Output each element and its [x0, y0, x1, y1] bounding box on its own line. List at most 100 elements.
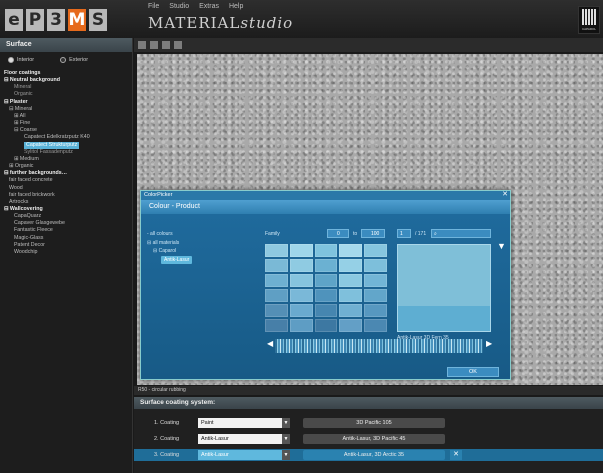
tree-item[interactable]: ⊞ All	[2, 113, 130, 120]
tree-item[interactable]: Artrocks	[2, 199, 130, 206]
colour-swatch[interactable]	[289, 289, 313, 302]
tree-all-materials[interactable]: ⊟ all materials	[147, 239, 192, 248]
colour-swatch[interactable]	[364, 274, 387, 287]
tree-item[interactable]: ⊟ Neutral background	[2, 77, 130, 84]
tree-item[interactable]: Woodchip	[2, 249, 130, 256]
coating-label: 1. Coating	[154, 420, 180, 426]
colour-swatch[interactable]	[339, 259, 363, 272]
tree-item[interactable]: Mineral	[2, 84, 130, 91]
tree-item[interactable]: Magic-Glass	[2, 235, 130, 242]
tree-item[interactable]: Patent Decor	[2, 242, 130, 249]
colour-swatch[interactable]	[364, 259, 387, 272]
colour-swatch[interactable]	[314, 289, 338, 302]
dialog-title: ColorPicker	[144, 192, 173, 198]
colour-swatch[interactable]	[364, 289, 387, 302]
tree-item[interactable]: Organic	[2, 91, 130, 98]
colour-swatch[interactable]	[289, 259, 313, 272]
tree-item[interactable]: ⊟ Plaster	[2, 99, 130, 106]
close-icon[interactable]: ✕	[502, 191, 508, 199]
menu-file[interactable]: File	[148, 3, 159, 10]
tree-item-label: ⊟ Wallcovering	[4, 205, 43, 212]
tree-item[interactable]: Capatect Strukturputz	[2, 141, 130, 149]
tree-item[interactable]: ⊟ Wallcovering	[2, 206, 130, 213]
colour-swatch[interactable]	[265, 274, 288, 287]
colour-swatch[interactable]	[265, 259, 288, 272]
ok-button[interactable]: OK	[447, 367, 499, 377]
radio-interior[interactable]: Interior	[8, 57, 34, 63]
coating-result[interactable]: Antik-Lasur, 3D Pacific 45	[303, 434, 445, 444]
tree-item[interactable]: Floor coatings	[2, 70, 130, 77]
tree-item[interactable]: fair faced concrete	[2, 177, 130, 184]
new-icon[interactable]	[138, 41, 146, 49]
colour-swatch[interactable]	[314, 319, 338, 332]
colour-swatch[interactable]	[265, 289, 288, 302]
coating-row[interactable]: 2. Coating Antik-Lasur ▼ Antik-Lasur, 3D Pa…	[134, 433, 603, 445]
colour-swatch[interactable]	[314, 274, 338, 287]
scroll-left-icon[interactable]: ◀	[267, 339, 273, 348]
colour-swatch[interactable]	[289, 274, 313, 287]
tree-item-label: ⊟ Mineral	[9, 105, 33, 112]
tree-item[interactable]: ⊟ Mineral	[2, 106, 130, 113]
coating-type-select[interactable]: Paint ▼	[198, 418, 290, 428]
coating-row[interactable]: 1. Coating Paint ▼ 3D Pacific 105	[134, 417, 603, 429]
app-title-main: MATERIAL	[148, 14, 241, 32]
tree-all-colours[interactable]: - all colours	[147, 230, 192, 239]
coating-result[interactable]: 3D Pacific 105	[303, 418, 445, 428]
colour-swatch[interactable]	[314, 304, 338, 317]
to-field[interactable]: 100	[361, 229, 385, 238]
colour-swatch[interactable]	[364, 304, 387, 317]
radio-exterior[interactable]: Exterior	[60, 57, 88, 63]
save-icon[interactable]	[162, 41, 170, 49]
tree-item[interactable]: ⊞ Fine	[2, 120, 130, 127]
tree-item[interactable]: fair faced brickwork	[2, 192, 130, 199]
filter-icon[interactable]: ▼	[497, 241, 506, 251]
page-field[interactable]: 1	[397, 229, 411, 238]
colour-swatch[interactable]	[364, 244, 387, 257]
tree-item[interactable]: ⊟ Coarse	[2, 127, 130, 134]
colour-swatch[interactable]	[339, 319, 363, 332]
colour-swatch[interactable]	[314, 244, 338, 257]
coating-type-select[interactable]: Antik-Lasur ▼	[198, 434, 290, 444]
color-picker-dialog: ColorPicker ✕ Colour - Product - all col…	[140, 190, 511, 380]
coating-row[interactable]: 3. Coating Antik-Lasur ▼ Antik-Lasur, 3D Ar…	[134, 449, 603, 461]
tree-item[interactable]: Sylitol Fassadenputz	[2, 149, 130, 156]
colour-swatch[interactable]	[265, 319, 288, 332]
colour-swatch[interactable]	[289, 319, 313, 332]
tree-item[interactable]: Wood	[2, 185, 130, 192]
menu-bar: File Studio Extras Help	[148, 3, 243, 10]
colour-swatch[interactable]	[265, 304, 288, 317]
print-icon[interactable]	[174, 41, 182, 49]
tree-item[interactable]: Capatect Edelkratzputz K40	[2, 134, 130, 141]
remove-coating-icon[interactable]: ✕	[450, 450, 462, 460]
search-input[interactable]: ⌕	[431, 229, 491, 238]
scroll-right-icon[interactable]: ▶	[486, 339, 492, 348]
coating-type-select[interactable]: Antik-Lasur ▼	[198, 450, 290, 460]
colour-swatch[interactable]	[265, 244, 288, 257]
tree-item[interactable]: Capaver Glasgewebe	[2, 220, 130, 227]
tree-item[interactable]: ⊞ Organic	[2, 163, 130, 170]
colour-swatch[interactable]	[339, 244, 363, 257]
colour-swatch[interactable]	[364, 319, 387, 332]
tree-item[interactable]: ⊞ Medium	[2, 156, 130, 163]
from-field[interactable]: 0	[327, 229, 349, 238]
tree-item-label: CapaQuarz	[14, 213, 42, 220]
tree-item[interactable]: ⊟ further backgrounds…	[2, 170, 130, 177]
coating-result[interactable]: Antik-Lasur, 3D Arctic 35	[303, 450, 445, 460]
menu-studio[interactable]: Studio	[169, 3, 189, 10]
menu-help[interactable]: Help	[229, 3, 243, 10]
colour-swatch[interactable]	[314, 259, 338, 272]
colour-swatch[interactable]	[289, 244, 313, 257]
colour-strip[interactable]	[275, 339, 483, 353]
open-icon[interactable]	[150, 41, 158, 49]
colour-swatch[interactable]	[289, 304, 313, 317]
tree-item[interactable]: Fantastic Fleece	[2, 227, 130, 234]
colour-swatch[interactable]	[339, 274, 363, 287]
colour-swatch[interactable]	[339, 304, 363, 317]
colour-swatch[interactable]	[339, 289, 363, 302]
tree-antik-lasur[interactable]: Antik-Lasur	[147, 255, 193, 264]
tree-caparol[interactable]: ⊟ Caparol	[147, 247, 192, 256]
menu-extras[interactable]: Extras	[199, 3, 219, 10]
coating-system-panel: 1. Coating Paint ▼ 3D Pacific 105 2. Coating…	[134, 409, 603, 473]
tree-item[interactable]: CapaQuarz	[2, 213, 130, 220]
tree-item-label: Capaver Glasgewebe	[14, 220, 65, 227]
